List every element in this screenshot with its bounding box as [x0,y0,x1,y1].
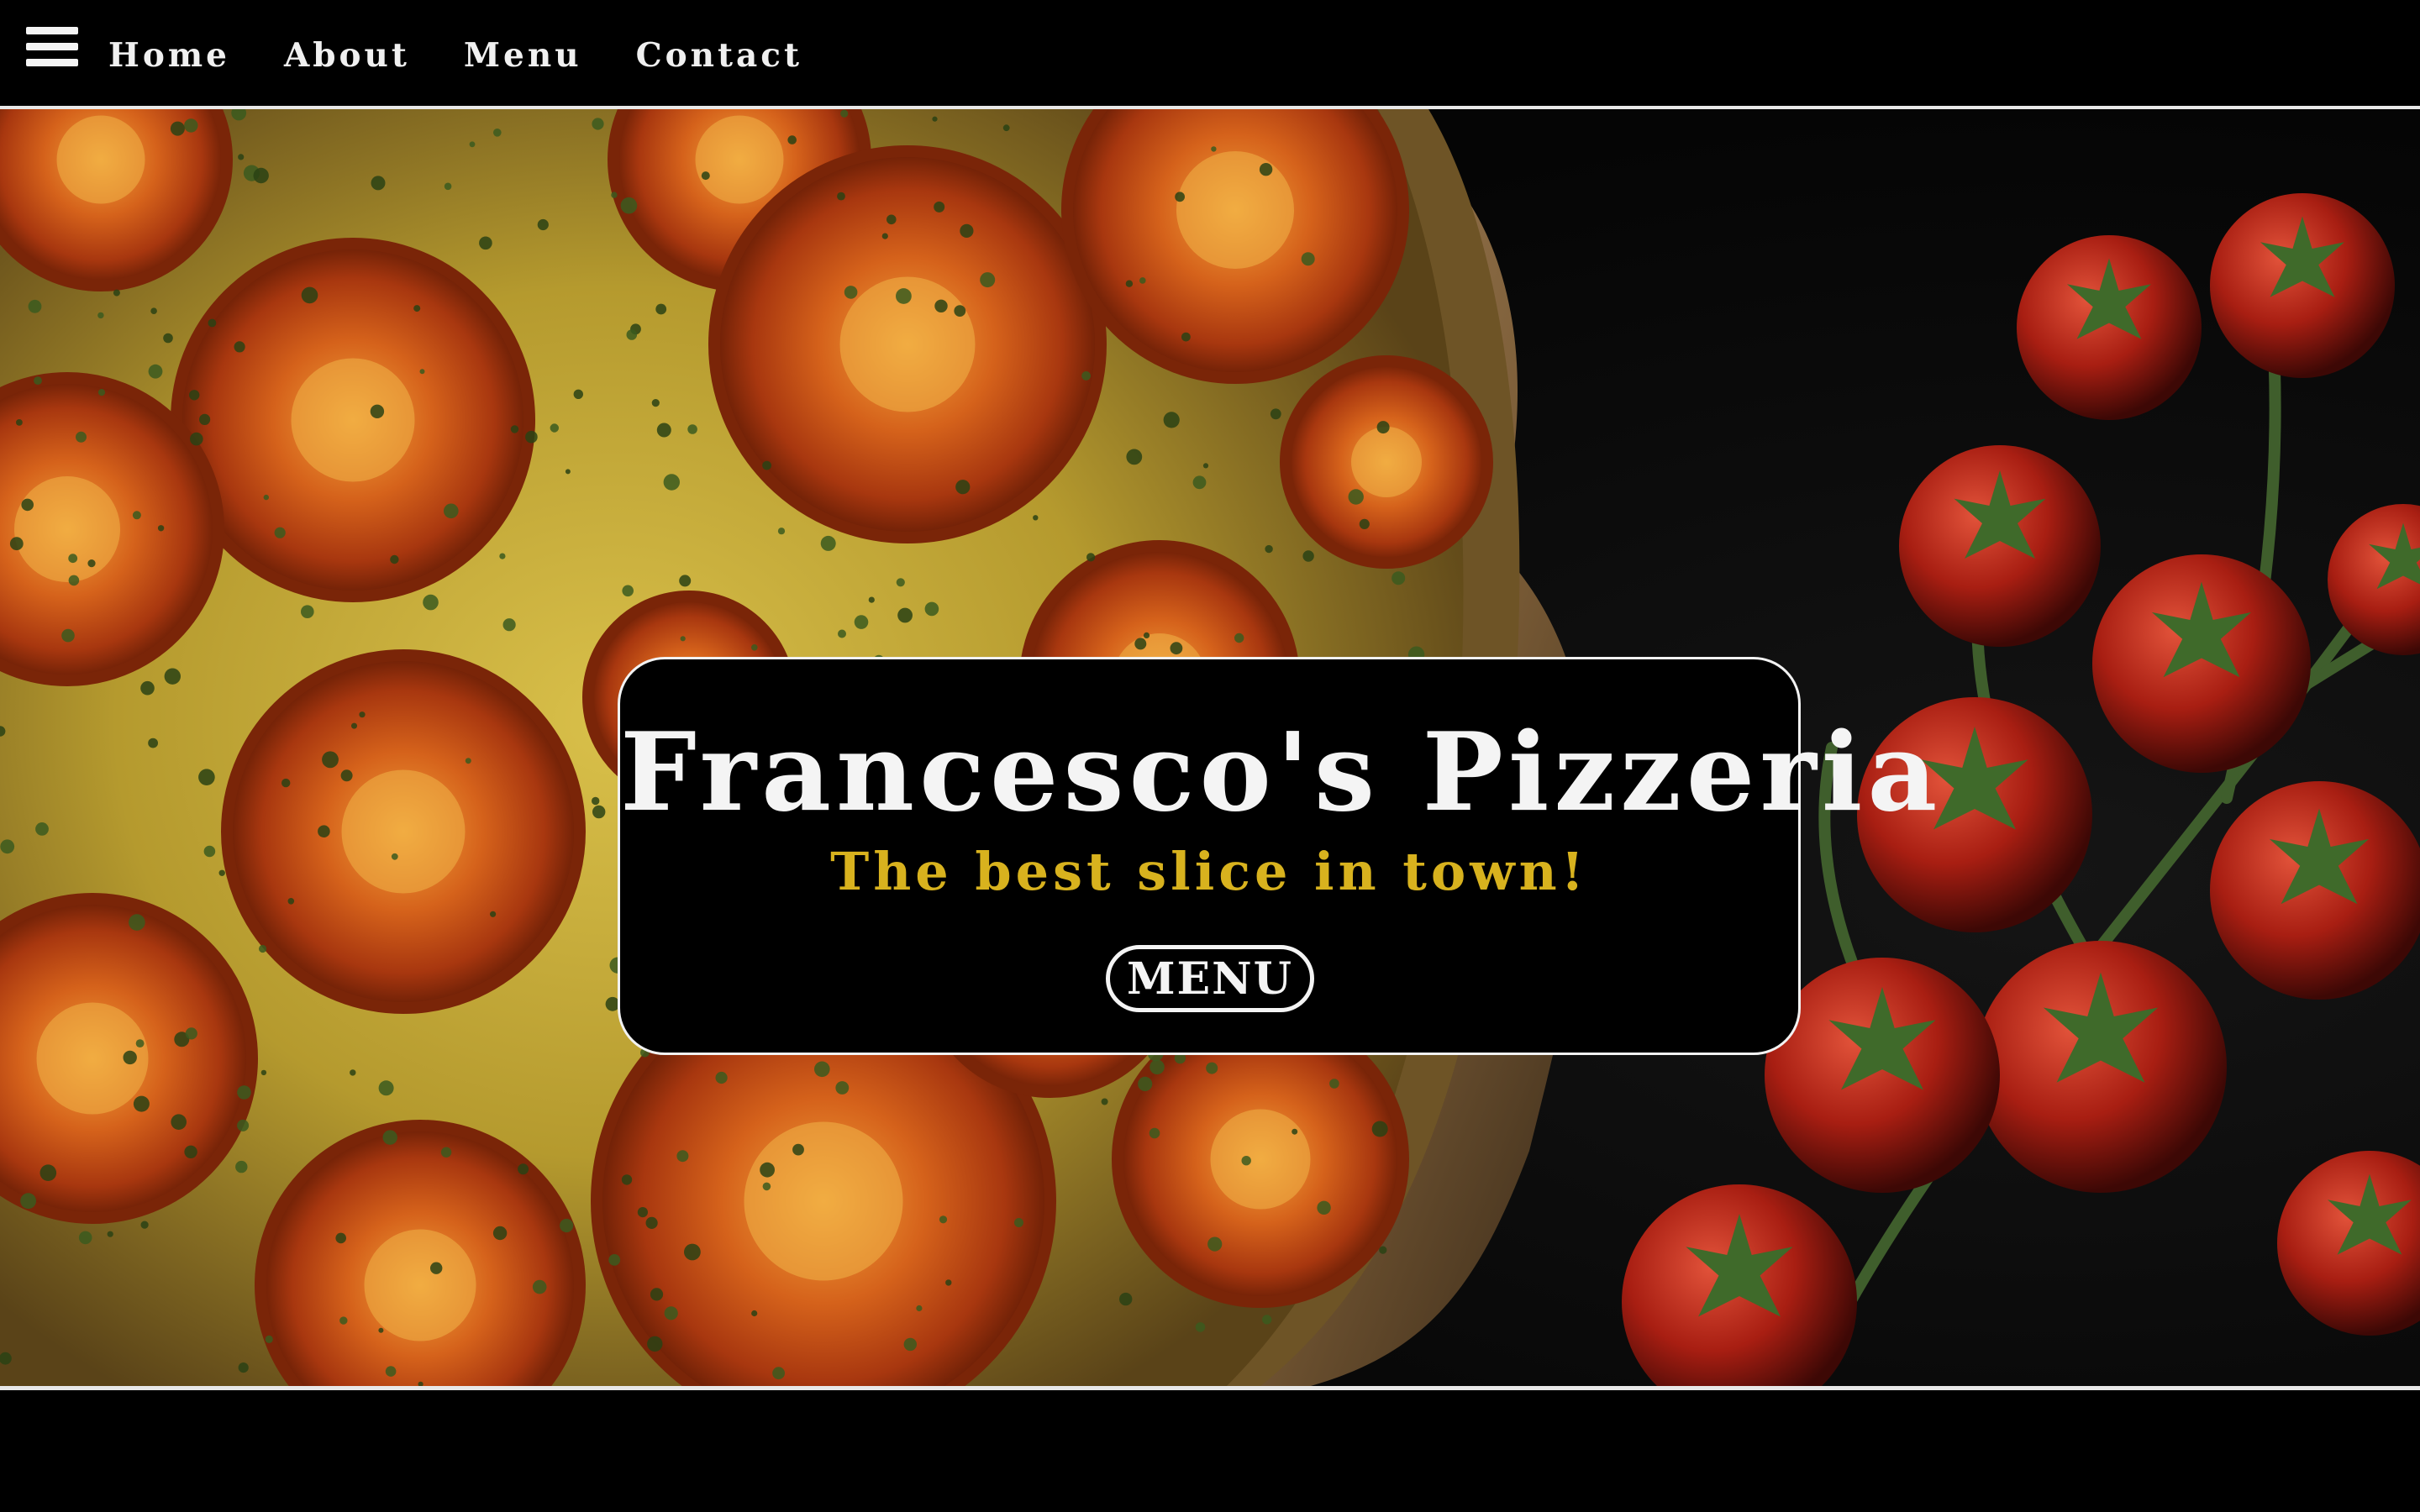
hamburger-menu-icon[interactable] [26,25,78,69]
tomato-slice [221,649,586,1014]
tomato-slice [1280,355,1493,569]
hero-section: Francesco's Pizzeria The best slice in t… [0,109,2420,1390]
menu-button[interactable]: MENU [1106,945,1314,1012]
nav-link-menu[interactable]: Menu [464,34,582,77]
tomato-slice [255,1120,586,1386]
nav-link-contact[interactable]: Contact [636,34,802,77]
tomato-slice [1061,109,1409,384]
nav-link-about[interactable]: About [284,34,410,77]
nav-links: Home About Menu Contact [108,34,856,77]
hero-title-card: Francesco's Pizzeria The best slice in t… [618,657,1943,1055]
tagline: The best slice in town! [830,841,1588,902]
nav-link-home[interactable]: Home [108,34,230,77]
page-title: Francesco's Pizzeria [620,710,1943,836]
tomato-slice [171,238,535,602]
footer-bar [0,1390,2420,1512]
cherry-tomato [2210,781,2420,1000]
top-navigation-bar: Home About Menu Contact [0,0,2420,109]
tomato-slice [708,145,1107,543]
